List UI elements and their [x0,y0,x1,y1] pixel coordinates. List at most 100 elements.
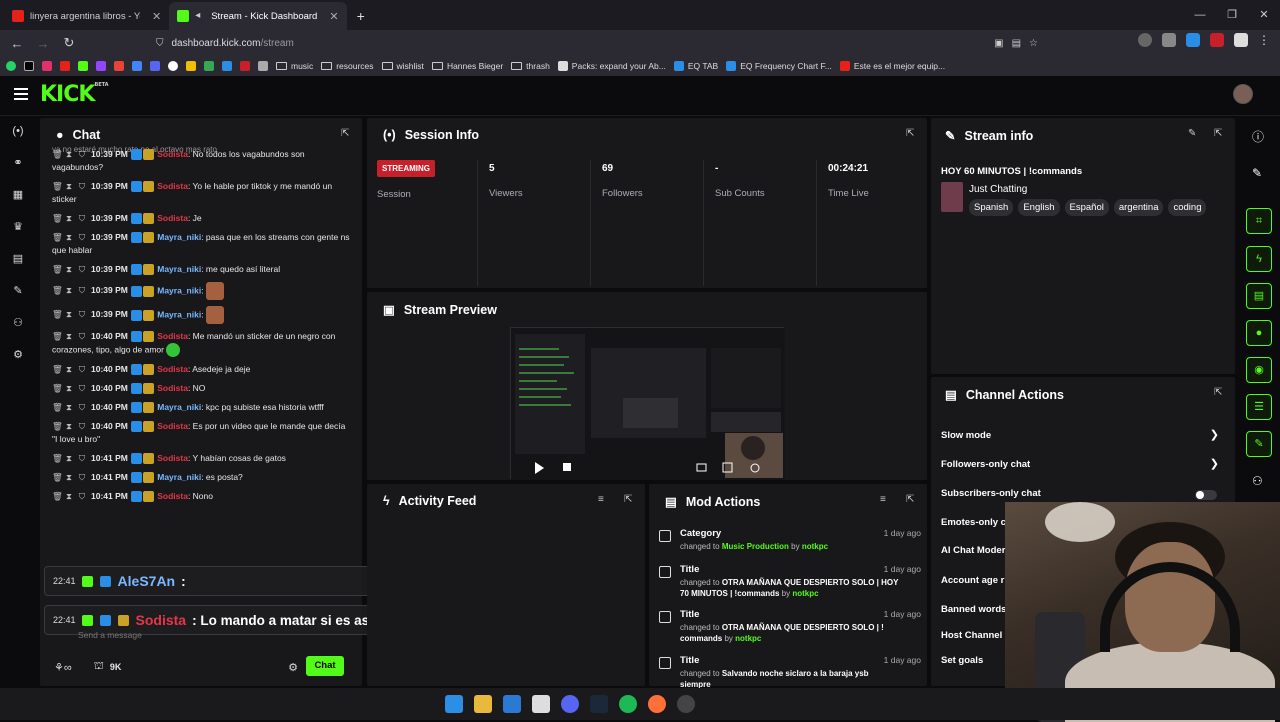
ban-shield-icon[interactable]: ⛉ [78,231,86,244]
close-tab-icon[interactable]: ✕ [329,10,338,23]
extension-icon[interactable] [1210,33,1224,47]
bookmark-icon[interactable] [186,61,196,71]
chat-settings-icon[interactable]: ⚙ [288,661,298,674]
timeout-icon[interactable]: ⧗ [65,401,73,414]
message-username[interactable]: Mayra_niki [157,232,201,242]
mute-icon[interactable]: ◂ [195,10,205,22]
link-icon[interactable]: ⚭ [11,156,25,170]
delete-icon[interactable]: 🗑 [52,284,63,297]
emotes-only-row[interactable]: Emotes-only c [941,517,1006,528]
account-age-row[interactable]: Account age r [941,575,1004,586]
banned-words-row[interactable]: Banned words [941,604,1006,615]
message-username[interactable]: Sodista [157,453,188,463]
bookmark-icon[interactable] [204,61,214,71]
filter-icon[interactable]: ≡ [880,494,891,505]
chat-icon[interactable]: ● [1246,320,1272,346]
obs-icon[interactable] [677,695,695,713]
timeout-icon[interactable]: ⧗ [65,363,73,376]
timeout-icon[interactable]: ⧗ [65,212,73,225]
ban-shield-icon[interactable]: ⛉ [78,363,86,376]
ban-shield-icon[interactable]: ⛉ [78,263,86,276]
ban-shield-icon[interactable]: ⛉ [78,401,86,414]
lightning-icon[interactable]: ϟ [1246,246,1272,272]
delete-icon[interactable]: 🗑 [52,231,63,244]
ban-shield-icon[interactable]: ⛉ [78,212,86,225]
avatar[interactable] [1233,84,1253,104]
tab-kick-dashboard[interactable]: ◂ Stream - Kick Dashboard ✕ [169,2,347,30]
document-icon[interactable]: ▤ [1246,283,1272,309]
notion-icon[interactable] [532,695,550,713]
message-username[interactable]: Mayra_niki [157,264,201,274]
url-actions-icons[interactable]: ▣▤☆ [994,38,1046,49]
message-username[interactable]: Sodista [157,149,188,159]
bookmark-link[interactable]: Este es el mejor equip... [839,61,945,71]
trophy-icon[interactable]: ♛ [11,220,25,234]
menu-icon[interactable]: ⋮ [1258,33,1272,47]
bookmark-icon[interactable] [258,61,268,71]
popout-icon[interactable]: ⇱ [906,128,917,139]
bookmark-icon[interactable] [222,61,232,71]
delete-icon[interactable]: 🗑 [52,401,63,414]
timeout-icon[interactable]: ⧗ [65,452,73,465]
firefox-icon[interactable] [648,695,666,713]
send-message-input[interactable]: Send a message [78,630,340,644]
popout-icon[interactable]: ⇱ [1214,128,1225,139]
back-icon[interactable]: ← [4,36,30,51]
windows-start-icon[interactable] [445,695,463,713]
delete-icon[interactable]: 🗑 [52,420,63,433]
kick-logo[interactable]: KICKBETA [40,82,109,107]
timeout-icon[interactable]: ⧗ [65,330,73,343]
message-username[interactable]: Mayra_niki [157,285,201,295]
ban-shield-icon[interactable]: ⛉ [78,148,86,161]
delete-icon[interactable]: 🗑 [52,263,63,276]
subscribers-only-toggle[interactable] [1195,490,1217,500]
delete-icon[interactable]: 🗑 [52,363,63,376]
bookmark-link[interactable]: Packs: expand your Ab... [557,61,666,71]
popout-icon[interactable]: ⇱ [1214,387,1225,398]
tag[interactable]: argentina [1113,199,1164,216]
ban-shield-icon[interactable]: ⛉ [78,180,86,193]
server-icon[interactable]: ☰ [1246,394,1272,420]
set-goals-row[interactable]: Set goals [941,655,983,666]
timeout-icon[interactable]: ⧗ [65,471,73,484]
maximize-icon[interactable]: ❐ [1216,0,1248,30]
edit-pencil-icon[interactable]: ✎ [1188,128,1199,139]
instagram-icon[interactable] [42,61,52,71]
users-icon[interactable]: ⚇ [1252,474,1263,488]
extension-icon[interactable] [1138,33,1152,47]
broadcast-icon[interactable]: ◉ [1246,357,1272,383]
twitch-icon[interactable] [96,61,106,71]
tag[interactable]: Español [1064,199,1109,216]
message-username[interactable]: Sodista [157,491,188,501]
close-tab-icon[interactable]: ✕ [152,10,161,23]
popout-icon[interactable]: ⇱ [906,494,917,505]
tab-youtube[interactable]: linyera argentina libros - YouTube ✕ [4,2,169,30]
youtube-icon[interactable] [60,61,70,71]
site-info-icon[interactable]: ⛉ [156,38,164,49]
spotify-icon[interactable] [619,695,637,713]
bookmark-link[interactable]: EQ Frequency Chart F... [726,61,832,71]
analytics-icon[interactable]: ▦ [11,188,25,202]
detail-user[interactable]: notkpc [802,542,828,551]
tag[interactable]: English [1018,199,1060,216]
message-username[interactable]: Sodista [157,181,188,191]
ban-shield-icon[interactable]: ⛉ [78,490,86,503]
kick-icon[interactable] [78,61,88,71]
timeout-icon[interactable]: ⧗ [65,308,73,321]
video-icon[interactable]: ▤ [11,252,25,266]
chrome-icon[interactable] [168,61,178,71]
delete-icon[interactable]: 🗑 [52,180,63,193]
ban-shield-icon[interactable]: ⛉ [78,284,86,297]
message-username[interactable]: Sodista [157,364,188,374]
message-username[interactable]: Sodista [157,383,188,393]
followers-only-row[interactable]: Followers-only chat [941,459,1030,470]
chevron-right-icon[interactable]: ❯ [1210,428,1219,441]
timeout-icon[interactable]: ⧗ [65,231,73,244]
discord-icon[interactable] [150,61,160,71]
host-channel-row[interactable]: Host Channel [941,630,1002,641]
address-bar[interactable]: ⛉ dashboard.kick.com/stream ▣▤☆ [156,33,1046,53]
new-tab-button[interactable]: + [347,2,375,30]
message-username[interactable]: Sodista [157,421,188,431]
delete-icon[interactable]: 🗑 [52,330,63,343]
ban-shield-icon[interactable]: ⛉ [78,420,86,433]
